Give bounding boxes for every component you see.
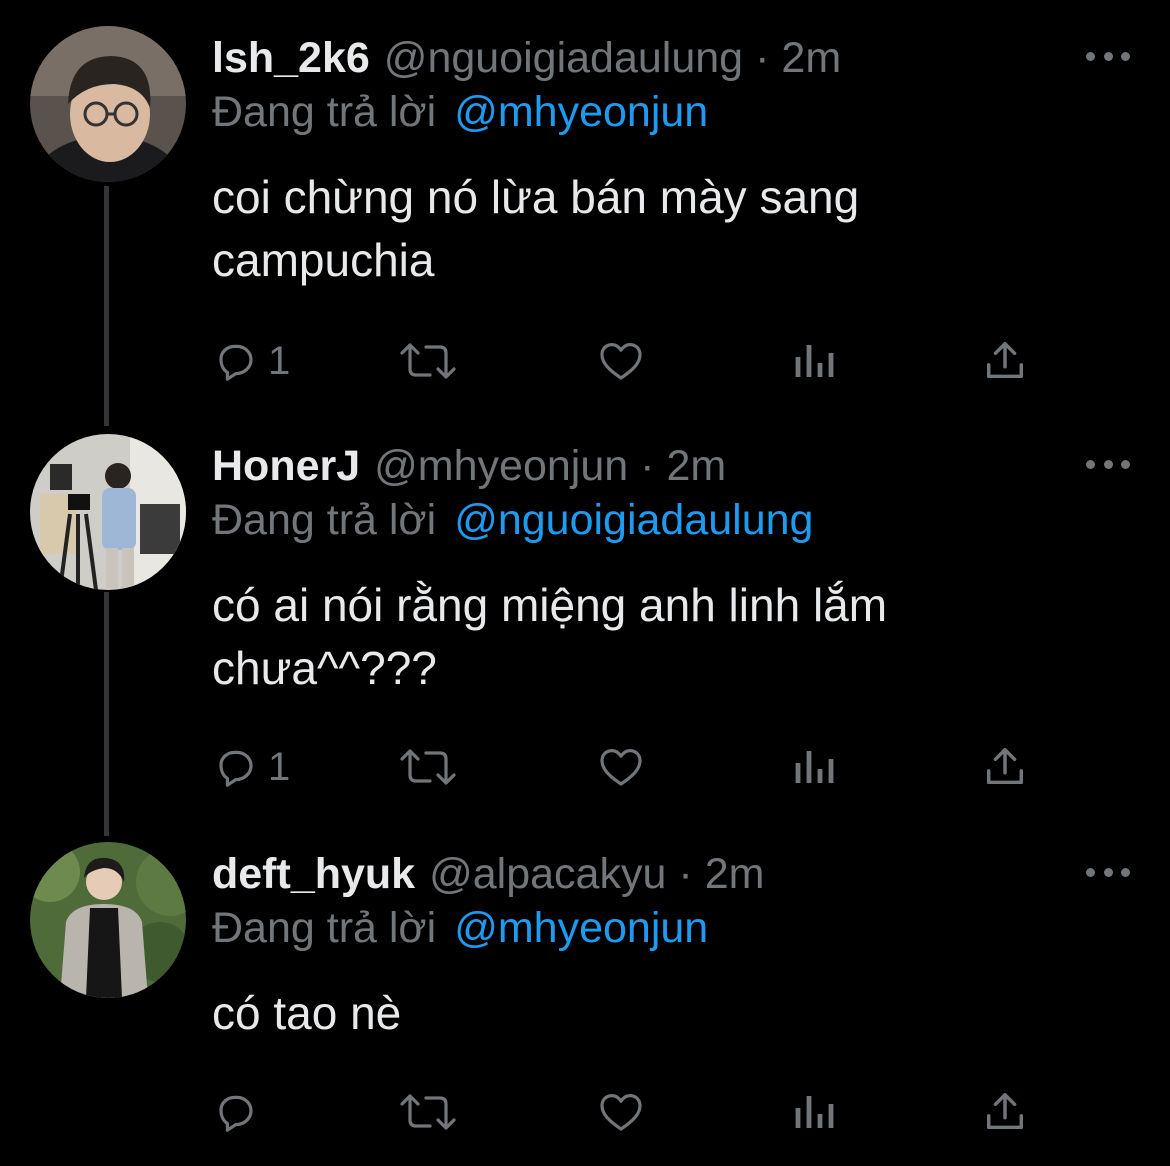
tweet-text-line: có ai nói rằng miệng anh linh lắm — [212, 579, 888, 631]
reply-button[interactable]: 1 — [212, 737, 290, 797]
reply-icon — [219, 1095, 253, 1132]
replying-to: Đang trả lời @mhyeonjun — [212, 88, 708, 137]
avatar[interactable] — [30, 26, 186, 182]
heart-icon — [600, 343, 642, 380]
reply-icon — [219, 344, 253, 381]
reply-count: 1 — [268, 338, 291, 383]
replying-to-handle[interactable]: @mhyeonjun — [454, 88, 708, 136]
heart-icon — [600, 1094, 642, 1131]
replying-to: Đang trả lời @mhyeonjun — [212, 904, 708, 953]
tweet-text: có ai nói rằng miệng anh linh lắm chưa^^… — [212, 574, 1112, 700]
tweet-actions — [212, 1082, 1042, 1142]
views-button[interactable] — [792, 1082, 836, 1142]
reply-icon — [219, 750, 253, 787]
user-handle[interactable]: @mhyeonjun — [374, 442, 628, 491]
tweet[interactable]: HonerJ @mhyeonjun · 2m Đang trả lời @nguo… — [0, 434, 1170, 804]
heart-icon — [600, 749, 642, 786]
retweet-icon — [400, 1094, 456, 1130]
retweet-icon — [400, 343, 456, 379]
share-button[interactable] — [982, 737, 1028, 797]
replying-to-handle[interactable]: @mhyeonjun — [454, 904, 708, 952]
reply-count: 1 — [268, 744, 291, 789]
tweet-actions: 1 — [212, 737, 1042, 797]
tweet-text: có tao nè — [212, 982, 1112, 1045]
tweet-text-line: có tao nè — [212, 987, 402, 1039]
share-icon — [986, 748, 1024, 785]
replying-to-label: Đang trả lời — [212, 904, 437, 952]
separator-dot: · — [678, 849, 693, 898]
tweet-actions: 1 — [212, 331, 1042, 391]
timestamp[interactable]: 2m — [705, 850, 765, 899]
more-icon[interactable] — [1086, 860, 1130, 884]
tweet[interactable]: lsh_2k6 @nguoigiadaulung · 2m Đang trả l… — [0, 26, 1170, 396]
views-button[interactable] — [792, 737, 836, 797]
tweet[interactable]: deft_hyuk @alpacakyu · 2m Đang trả lời @m… — [0, 842, 1170, 1142]
user-handle[interactable]: @nguoigiadaulung — [384, 34, 743, 83]
more-icon[interactable] — [1086, 452, 1130, 476]
views-button[interactable] — [792, 331, 836, 391]
share-icon — [986, 1093, 1024, 1130]
reply-button[interactable] — [212, 1082, 268, 1142]
tweet-text-line: coi chừng nó lừa bán mày sang — [212, 171, 860, 223]
reply-button[interactable]: 1 — [212, 331, 290, 391]
share-button[interactable] — [982, 331, 1028, 391]
retweet-button[interactable] — [398, 331, 458, 391]
replying-to-handle[interactable]: @nguoigiadaulung — [454, 496, 813, 544]
separator-dot: · — [640, 441, 655, 490]
like-button[interactable] — [596, 737, 646, 797]
tweet-text: coi chừng nó lừa bán mày sang campuchia — [212, 166, 1112, 292]
more-icon[interactable] — [1086, 44, 1130, 68]
timestamp[interactable]: 2m — [781, 34, 841, 83]
avatar[interactable] — [30, 842, 186, 998]
avatar[interactable] — [30, 434, 186, 590]
timestamp[interactable]: 2m — [667, 442, 727, 491]
views-icon — [795, 1096, 834, 1128]
user-handle[interactable]: @alpacakyu — [429, 850, 666, 899]
display-name[interactable]: deft_hyuk — [212, 850, 415, 899]
tweet-header: deft_hyuk @alpacakyu · 2m — [212, 842, 764, 906]
retweet-button[interactable] — [398, 1082, 458, 1142]
replying-to: Đang trả lời @nguoigiadaulung — [212, 496, 813, 545]
retweet-button[interactable] — [398, 737, 458, 797]
replying-to-label: Đang trả lời — [212, 88, 437, 136]
separator-dot: · — [755, 33, 770, 82]
share-button[interactable] — [982, 1082, 1028, 1142]
retweet-icon — [400, 749, 456, 785]
replying-to-label: Đang trả lời — [212, 496, 437, 544]
display-name[interactable]: lsh_2k6 — [212, 34, 370, 83]
share-icon — [986, 342, 1024, 379]
like-button[interactable] — [596, 1082, 646, 1142]
display-name[interactable]: HonerJ — [212, 442, 360, 491]
like-button[interactable] — [596, 331, 646, 391]
tweet-header: lsh_2k6 @nguoigiadaulung · 2m — [212, 26, 841, 90]
views-icon — [795, 751, 834, 783]
tweet-text-line: campuchia — [212, 234, 435, 286]
tweet-header: HonerJ @mhyeonjun · 2m — [212, 434, 726, 498]
tweet-text-line: chưa^^??? — [212, 642, 437, 694]
reply-thread: lsh_2k6 @nguoigiadaulung · 2m Đang trả l… — [0, 0, 1170, 1166]
views-icon — [795, 345, 834, 377]
